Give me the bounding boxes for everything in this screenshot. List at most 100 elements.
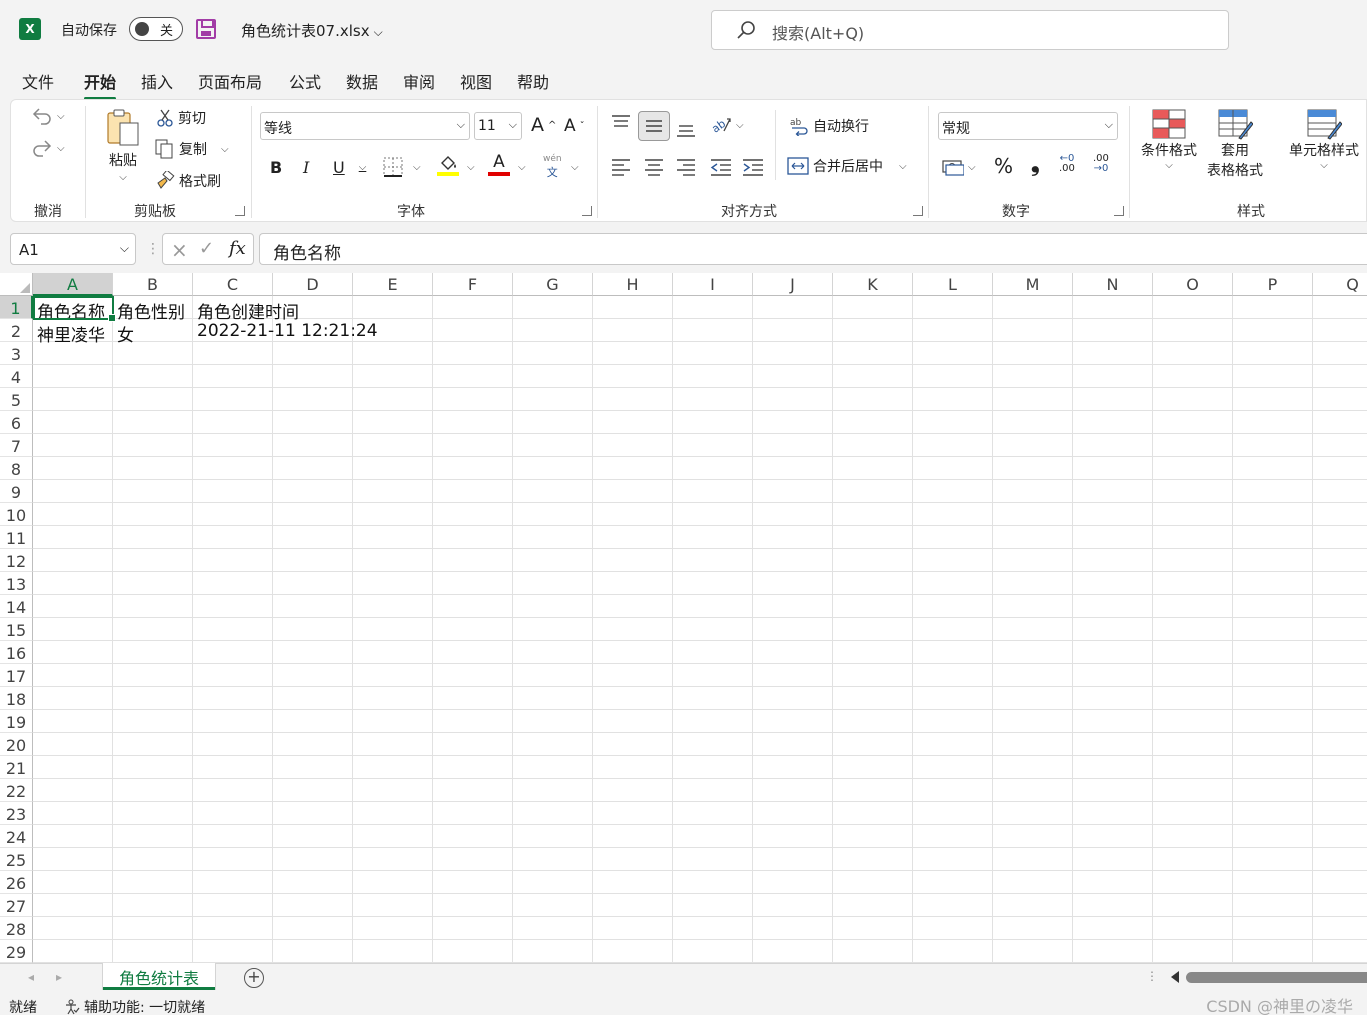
fill-color-chevron-icon[interactable]: ⌵ <box>467 162 475 173</box>
tab-formulas[interactable]: 公式 <box>289 69 321 93</box>
column-header-l[interactable]: L <box>913 273 993 296</box>
align-center-icon[interactable] <box>644 158 664 176</box>
bold-button[interactable]: B <box>270 158 282 177</box>
row-header-21[interactable]: 21 <box>0 756 33 779</box>
cancel-icon[interactable]: × <box>171 238 188 262</box>
alignment-dialog-launcher[interactable] <box>913 206 923 216</box>
tab-insert[interactable]: 插入 <box>141 69 173 93</box>
add-sheet-icon[interactable]: + <box>244 968 264 988</box>
percent-button[interactable]: % <box>994 154 1013 178</box>
cell-styles-button[interactable]: 单元格样式 ⌵ <box>1289 108 1359 171</box>
horizontal-scrollbar-thumb[interactable] <box>1186 972 1367 983</box>
save-icon[interactable] <box>196 19 216 39</box>
column-header-q[interactable]: Q <box>1313 273 1367 296</box>
cut-button[interactable]: 剪切 <box>156 108 206 128</box>
column-header-a[interactable]: A <box>33 273 113 296</box>
wrap-text-button[interactable]: ab 自动换行 <box>789 116 869 136</box>
italic-button[interactable]: I <box>303 158 309 177</box>
cell-b2[interactable]: 女 <box>113 319 134 346</box>
scroll-sheets-right-icon[interactable]: ▸ <box>56 970 62 984</box>
column-header-k[interactable]: K <box>833 273 913 296</box>
column-header-h[interactable]: H <box>593 273 673 296</box>
row-header-26[interactable]: 26 <box>0 871 33 894</box>
column-header-b[interactable]: B <box>113 273 193 296</box>
row-header-18[interactable]: 18 <box>0 687 33 710</box>
row-header-29[interactable]: 29 <box>0 940 33 963</box>
redo-button[interactable]: ⌵ <box>31 138 65 158</box>
autosave-toggle[interactable]: 关 <box>129 17 183 41</box>
column-header-p[interactable]: P <box>1233 273 1313 296</box>
row-header-24[interactable]: 24 <box>0 825 33 848</box>
comma-style-button[interactable]: ❟ <box>1031 152 1040 177</box>
paste-button[interactable]: 粘贴 ⌵ <box>105 108 141 183</box>
worksheet-grid[interactable]: A B C D E F G H I J K L M N O P Q 1 2 3 4 5 6 7 8 9 10 11 12 13 14 15 16… <box>0 273 1367 963</box>
font-dialog-launcher[interactable] <box>582 206 592 216</box>
sheet-tab-active[interactable]: 角色统计表 <box>103 963 215 990</box>
row-header-25[interactable]: 25 <box>0 848 33 871</box>
row-header-6[interactable]: 6 <box>0 411 33 434</box>
cell-c1[interactable]: 角色创建时间 <box>193 296 299 323</box>
tab-data[interactable]: 数据 <box>346 69 378 93</box>
format-painter-button[interactable]: 格式刷 <box>155 171 221 191</box>
row-header-2[interactable]: 2 <box>0 319 33 342</box>
row-header-23[interactable]: 23 <box>0 802 33 825</box>
column-header-m[interactable]: M <box>993 273 1073 296</box>
font-size-select[interactable]: 11 ⌵ <box>474 112 522 140</box>
formula-input[interactable]: 角色名称 <box>259 233 1367 265</box>
scrollbar-splitter[interactable]: ⋮ <box>1146 969 1158 983</box>
align-middle-button[interactable] <box>638 111 670 141</box>
cell-c2[interactable]: 2022-21-11 12:21:24 <box>193 319 378 342</box>
increase-indent-icon[interactable] <box>742 158 764 176</box>
tab-home[interactable]: 开始 <box>84 69 117 100</box>
column-header-g[interactable]: G <box>513 273 593 296</box>
column-header-e[interactable]: E <box>353 273 433 296</box>
fill-color-button[interactable] <box>437 154 459 176</box>
row-header-1[interactable]: 1 <box>0 296 33 319</box>
merge-center-button[interactable]: 合并后居中 ⌵ <box>787 156 907 176</box>
row-header-12[interactable]: 12 <box>0 549 33 572</box>
cell-b1[interactable]: 角色性别 <box>113 296 185 323</box>
phonetic-guide-button[interactable]: wén 文 <box>543 154 562 180</box>
row-header-16[interactable]: 16 <box>0 641 33 664</box>
formula-bar-splitter[interactable]: ⋮ <box>146 241 160 257</box>
underline-button[interactable]: U ⌵ <box>333 158 366 177</box>
column-header-j[interactable]: J <box>753 273 833 296</box>
column-header-d[interactable]: D <box>273 273 353 296</box>
font-family-select[interactable]: 等线 ⌵ <box>260 112 470 140</box>
row-header-11[interactable]: 11 <box>0 526 33 549</box>
clipboard-dialog-launcher[interactable] <box>235 206 245 216</box>
borders-button[interactable]: ⌵ <box>383 157 421 177</box>
decrease-indent-icon[interactable] <box>710 158 732 176</box>
decrease-decimal-button[interactable]: .00 →0 <box>1093 154 1109 174</box>
row-header-7[interactable]: 7 <box>0 434 33 457</box>
font-color-button[interactable]: A <box>488 152 510 176</box>
copy-button[interactable]: 复制 ⌵ <box>155 139 229 159</box>
conditional-formatting-button[interactable]: 条件格式 ⌵ <box>1141 108 1197 171</box>
format-as-table-button[interactable]: 套用 表格格式 <box>1207 108 1263 180</box>
accessibility-status[interactable]: 辅助功能: 一切就绪 <box>64 997 205 1015</box>
row-header-8[interactable]: 8 <box>0 457 33 480</box>
accounting-format-button[interactable]: ⌵ <box>942 158 976 176</box>
enter-icon[interactable]: ✓ <box>199 238 214 259</box>
align-left-icon[interactable] <box>611 158 631 176</box>
align-bottom-icon[interactable] <box>676 120 696 138</box>
font-color-chevron-icon[interactable]: ⌵ <box>518 162 526 173</box>
number-dialog-launcher[interactable] <box>1114 206 1124 216</box>
tab-help[interactable]: 帮助 <box>517 69 549 93</box>
number-format-select[interactable]: 常规 ⌵ <box>938 112 1118 140</box>
tab-page-layout[interactable]: 页面布局 <box>198 69 262 93</box>
insert-function-icon[interactable]: fx <box>229 238 246 259</box>
row-header-13[interactable]: 13 <box>0 572 33 595</box>
row-header-5[interactable]: 5 <box>0 388 33 411</box>
row-header-19[interactable]: 19 <box>0 710 33 733</box>
row-header-22[interactable]: 22 <box>0 779 33 802</box>
column-header-i[interactable]: I <box>673 273 753 296</box>
align-right-icon[interactable] <box>676 158 696 176</box>
column-header-o[interactable]: O <box>1153 273 1233 296</box>
align-top-icon[interactable] <box>611 114 631 132</box>
column-header-f[interactable]: F <box>433 273 513 296</box>
row-header-15[interactable]: 15 <box>0 618 33 641</box>
row-header-4[interactable]: 4 <box>0 365 33 388</box>
orientation-button[interactable]: ab ⌵ <box>710 115 744 135</box>
undo-button[interactable]: ⌵ <box>31 106 65 126</box>
